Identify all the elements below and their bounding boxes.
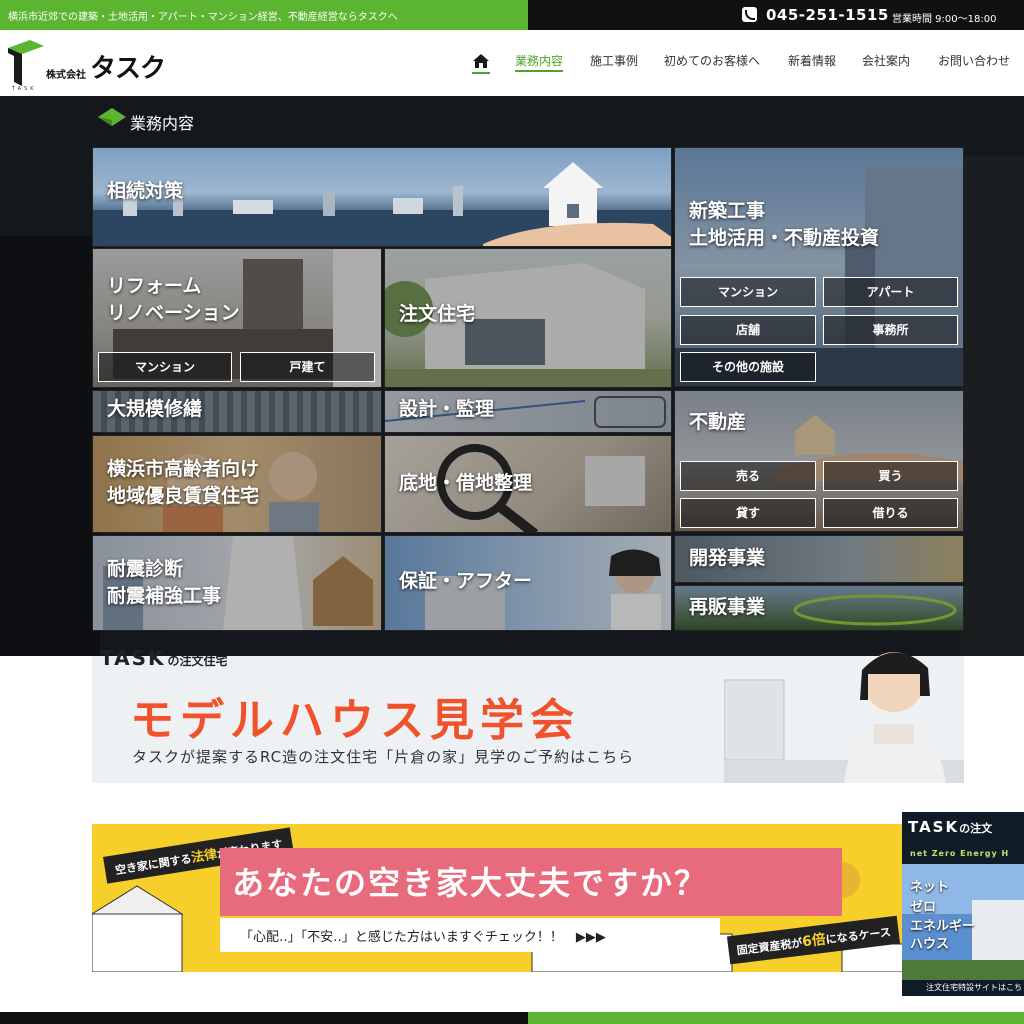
nav-contact[interactable]: お問い合わせ — [938, 52, 1010, 72]
tile-new-construction-label-1: 新築工事 — [689, 200, 766, 222]
tagline-bar: 横浜市近郊での建築・土地活用・アパート・マンション経営、不動産経営ならタスクへ — [0, 0, 528, 30]
tagline: 横浜市近郊での建築・土地活用・アパート・マンション経営、不動産経営ならタスクへ — [8, 12, 398, 23]
tile-senior-housing[interactable]: 横浜市高齢者向け 地域優良賃貸住宅 — [92, 435, 382, 533]
phone-icon — [742, 7, 757, 22]
chip-mansion[interactable]: マンション — [680, 277, 816, 307]
tax-post: になるケース — [825, 925, 892, 947]
home-icon[interactable] — [472, 53, 490, 69]
ribbon-emphasis: 法律 — [190, 847, 219, 867]
phone-number[interactable]: 045-251-1515 — [766, 6, 889, 24]
side-ad-word-4: ハウス — [910, 937, 950, 952]
operator-woman-image — [724, 652, 964, 783]
logo-company-name[interactable]: タスク — [90, 48, 166, 85]
tile-senior-housing-label-2: 地域優良賃貸住宅 — [107, 485, 260, 507]
tile-resale[interactable]: 再販事業 — [674, 585, 964, 631]
tile-design-label: 設計・監理 — [399, 398, 495, 420]
nav-company[interactable]: 会社案内 — [862, 52, 910, 72]
tax-pre: 固定資産税が — [735, 936, 804, 958]
tile-custom-home[interactable]: 注文住宅 — [384, 248, 672, 388]
chip-office[interactable]: 事務所 — [823, 315, 958, 345]
tile-resale-label: 再販事業 — [689, 596, 766, 618]
nav-works[interactable]: 施工事例 — [590, 52, 638, 72]
tile-land-lease-label: 底地・借地整理 — [399, 472, 533, 494]
side-ad-nze: net Zero Energy H — [910, 849, 1010, 858]
logo-company-prefix[interactable]: 株式会社 — [46, 66, 86, 81]
tile-new-construction[interactable]: 新築工事 土地活用・不動産投資 — [674, 147, 964, 387]
vacant-house-title: あなたの空き家大丈夫ですか？ — [232, 864, 709, 902]
model-house-desc: タスクが提案するRC造の注文住宅「片倉の家」見学のご予約はこちら — [132, 748, 635, 766]
tile-senior-housing-label-1: 横浜市高齢者向け — [107, 458, 260, 480]
tile-seismic-label-2: 耐震補強工事 — [107, 585, 222, 607]
side-ad-word-1: ネット — [910, 880, 950, 895]
tile-land-lease[interactable]: 底地・借地整理 — [384, 435, 672, 533]
check-text: 「心配‥」「不安‥」と感じた方はいますぐチェック！！ ▶▶▶ — [240, 930, 606, 945]
leaf-icon — [98, 108, 126, 126]
tile-reform-label-2: リノベーション — [107, 302, 240, 324]
page: 横浜市近郊での建築・土地活用・アパート・マンション経営、不動産経営ならタスクへ … — [0, 0, 1024, 1024]
tile-seismic[interactable]: 耐震診断 耐震補強工事 — [92, 535, 382, 631]
tile-inheritance[interactable]: 相続対策 — [92, 147, 672, 247]
chip-other-facility[interactable]: その他の施設 — [680, 352, 816, 382]
nav-news[interactable]: 新着情報 — [788, 52, 836, 72]
tile-warranty[interactable]: 保証・アフター — [384, 535, 672, 631]
business-hours: 営業時間 9:00～18:00 — [892, 14, 997, 25]
tile-design[interactable]: 設計・監理 — [384, 390, 672, 433]
tax-emphasis: 6倍 — [801, 931, 827, 951]
side-ad-word-2: ゼロ — [910, 900, 937, 915]
chip-lend[interactable]: 貸す — [680, 498, 816, 528]
tile-inheritance-label: 相続対策 — [107, 180, 184, 202]
chip-rent[interactable]: 借りる — [823, 498, 958, 528]
menu-title: 業務内容 — [130, 114, 195, 133]
tile-new-construction-label-2: 土地活用・不動産投資 — [689, 227, 880, 249]
nav-first-visit[interactable]: 初めてのお客様へ — [664, 52, 760, 72]
home-active-underline — [472, 72, 490, 74]
brand-suffix: の注文住宅 — [167, 654, 228, 668]
side-brand-text: TASK — [908, 818, 960, 836]
tile-large-repair-label: 大規模修繕 — [107, 398, 203, 420]
side-brand-suffix: の注文 — [959, 822, 993, 835]
brand-text: TASK — [100, 646, 166, 670]
tile-development[interactable]: 開発事業 — [674, 535, 964, 583]
side-ad-footer: 注文住宅特設サイトはこち — [926, 983, 1022, 992]
logo-subtext: TASK — [12, 86, 37, 92]
tile-real-estate-label: 不動産 — [689, 411, 747, 433]
tile-custom-home-label: 注文住宅 — [399, 303, 476, 325]
model-house-brand: TASK の注文住宅 — [100, 646, 228, 670]
tile-large-repair[interactable]: 大規模修繕 — [92, 390, 382, 433]
bottom-bar-dark — [0, 1012, 528, 1024]
tile-seismic-label-1: 耐震診断 — [107, 558, 184, 580]
side-ad-brand: TASKの注文 — [908, 818, 992, 836]
chip-reform-house[interactable]: 戸建て — [240, 352, 375, 382]
logo-mark-icon[interactable] — [8, 40, 44, 86]
side-ad-word-3: エネルギー — [910, 919, 976, 934]
nav-services[interactable]: 業務内容 — [515, 52, 564, 72]
chip-reform-mansion[interactable]: マンション — [98, 352, 232, 382]
chip-store[interactable]: 店舗 — [680, 315, 816, 345]
model-house-title: モデルハウス見学会 — [130, 695, 580, 746]
tile-development-label: 開発事業 — [689, 547, 766, 569]
chip-apartment[interactable]: アパート — [823, 277, 958, 307]
chip-sell[interactable]: 売る — [680, 461, 816, 491]
tile-warranty-label: 保証・アフター — [399, 570, 533, 592]
tile-reform-label-1: リフォーム — [107, 275, 202, 297]
chip-buy[interactable]: 買う — [823, 461, 958, 491]
bottom-bar-green — [528, 1012, 1024, 1024]
tile-shade — [675, 148, 963, 386]
